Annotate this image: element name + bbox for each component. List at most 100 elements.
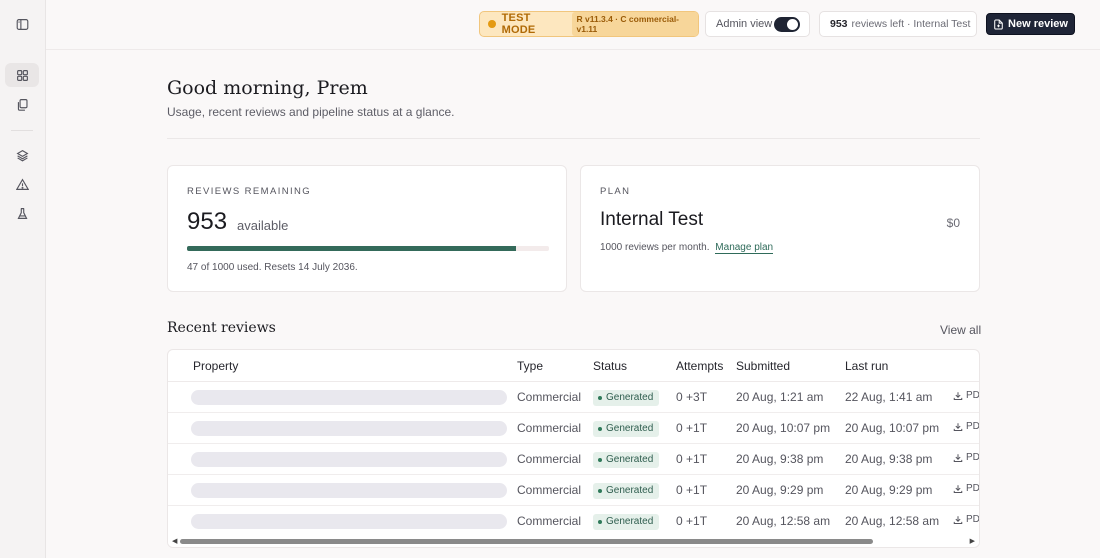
admin-view-label: Admin view [716,18,773,30]
plan-description-line: 1000 reviews per month. Manage plan [600,242,774,254]
row-last-run: 20 Aug, 12:58 am [845,514,940,528]
view-all-link[interactable]: View all [940,323,981,337]
warning-icon[interactable] [5,172,39,196]
download-label: PD [966,514,980,525]
status-badge: Generated [593,452,660,468]
horizontal-scrollbar[interactable]: ◀ ▶ [168,535,979,547]
table-row[interactable]: Commercial Generated 0 +1T 20 Aug, 9:38 … [168,444,979,475]
usage-progress-fill [187,246,517,251]
dashboard-grid-icon[interactable] [5,63,39,87]
column-header-property[interactable]: Property [193,359,238,373]
reviews-remaining-count: 953 [187,208,228,235]
row-type: Commercial [517,452,582,466]
usage-text: 47 of 1000 used. Resets 14 July 2036. [187,262,358,273]
recent-reviews-table: Property Type Status Attempts Submitted … [167,349,980,548]
status-badge: Generated [593,483,660,499]
column-header-status[interactable]: Status [593,359,627,373]
status-badge: Generated [593,390,660,406]
row-last-run: 20 Aug, 9:29 pm [845,483,933,497]
recent-reviews-title: Recent reviews [167,320,276,336]
row-submitted: 20 Aug, 12:58 am [736,514,831,528]
manage-plan-link[interactable]: Manage plan [715,242,774,254]
download-icon [953,422,963,431]
row-submitted: 20 Aug, 9:29 pm [736,483,824,497]
version-tag: R v11.3.4 · C commercial-v1.11 [572,12,698,36]
row-last-run: 20 Aug, 9:38 pm [845,452,933,466]
download-pdf-button[interactable]: PD [953,421,980,432]
property-placeholder [191,421,507,436]
usage-progress-bar [187,246,549,251]
new-review-label: New review [1008,18,1068,30]
reviews-left-text: reviews left · Internal Test [851,18,971,30]
scrollbar-thumb[interactable] [180,539,873,544]
page-title: Good morning, Prem [167,77,368,99]
download-label: PD [966,390,980,401]
download-label: PD [966,421,980,432]
download-label: PD [966,452,980,463]
row-attempts: 0 +1T [676,421,708,435]
reviews-remaining-suffix: available [237,218,289,233]
property-placeholder [191,483,507,498]
admin-view-control: Admin view [705,11,810,37]
reviews-left-count: 953 [830,18,848,30]
row-attempts: 0 +1T [676,452,708,466]
row-last-run: 20 Aug, 10:07 pm [845,421,940,435]
header-divider [167,138,980,139]
table-row[interactable]: Commercial Generated 0 +3T 20 Aug, 1:21 … [168,382,979,413]
download-icon [953,391,963,400]
column-header-last-run[interactable]: Last run [845,359,888,373]
page-subtitle: Usage, recent reviews and pipeline statu… [167,105,455,119]
plan-description: 1000 reviews per month. [600,242,710,253]
new-review-button[interactable]: New review [986,13,1075,35]
top-bar: TEST MODE R v11.3.4 · C commercial-v1.11… [46,0,1100,50]
row-last-run: 22 Aug, 1:41 am [845,390,933,404]
plan-name: Internal Test [600,209,704,230]
row-submitted: 20 Aug, 1:21 am [736,390,824,404]
new-document-icon [994,19,1003,29]
layers-icon[interactable] [5,143,39,167]
property-placeholder [191,390,507,405]
row-type: Commercial [517,390,582,404]
row-type: Commercial [517,483,582,497]
row-submitted: 20 Aug, 10:07 pm [736,421,831,435]
status-badge: Generated [593,514,660,530]
documents-icon[interactable] [5,92,39,116]
row-attempts: 0 +1T [676,483,708,497]
table-row[interactable]: Commercial Generated 0 +1T 20 Aug, 9:29 … [168,475,979,506]
property-placeholder [191,452,507,467]
scroll-right-arrow-icon[interactable]: ▶ [970,537,975,545]
row-type: Commercial [517,514,582,528]
download-icon [953,484,963,493]
property-placeholder [191,514,507,529]
column-header-submitted[interactable]: Submitted [736,359,790,373]
download-pdf-button[interactable]: PD [953,452,980,463]
test-mode-label: TEST MODE [501,12,536,36]
download-icon [953,515,963,524]
flask-icon[interactable] [5,201,39,225]
panel-toggle-icon[interactable] [5,12,39,36]
scroll-left-arrow-icon[interactable]: ◀ [172,537,177,545]
test-mode-dot-icon [488,20,496,28]
admin-view-toggle[interactable] [774,17,800,32]
download-icon [953,453,963,462]
sidebar [0,0,46,558]
plan-kicker: PLAN [600,186,631,197]
table-row[interactable]: Commercial Generated 0 +1T 20 Aug, 12:58… [168,506,979,537]
column-header-attempts[interactable]: Attempts [676,359,723,373]
reviews-remaining-kicker: REVIEWS REMAINING [187,186,312,197]
status-badge: Generated [593,421,660,437]
test-mode-badge: TEST MODE R v11.3.4 · C commercial-v1.11 [479,11,699,37]
plan-price: $0 [946,216,960,230]
row-attempts: 0 +1T [676,514,708,528]
download-pdf-button[interactable]: PD [953,514,980,525]
reviews-remaining-card: REVIEWS REMAINING 953 available 47 of 10… [167,165,567,292]
table-row[interactable]: Commercial Generated 0 +1T 20 Aug, 10:07… [168,413,979,444]
download-pdf-button[interactable]: PD [953,390,980,401]
row-submitted: 20 Aug, 9:38 pm [736,452,824,466]
download-pdf-button[interactable]: PD [953,483,979,494]
row-type: Commercial [517,421,582,435]
sidebar-divider [11,130,33,131]
row-attempts: 0 +3T [676,390,708,404]
plan-card: PLAN Internal Test $0 1000 reviews per m… [580,165,980,292]
column-header-type[interactable]: Type [517,359,543,373]
